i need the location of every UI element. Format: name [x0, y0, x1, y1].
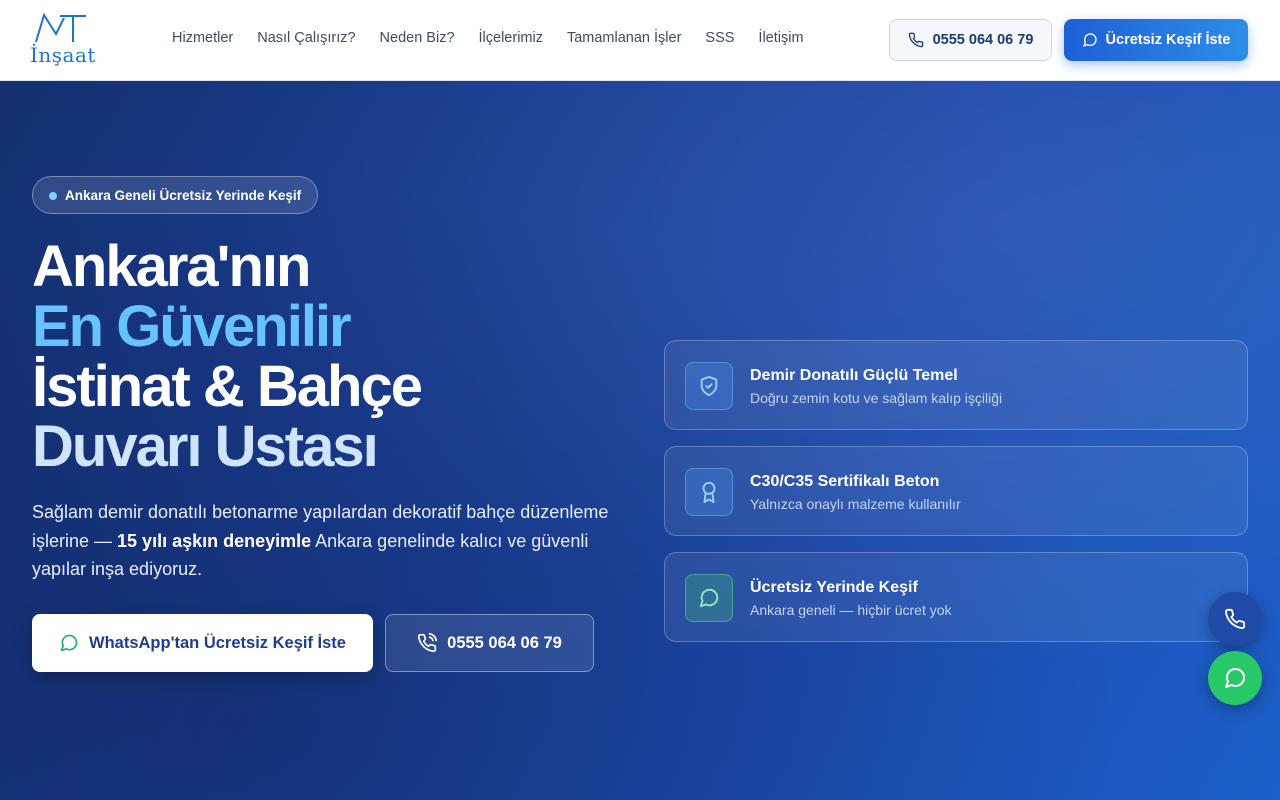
header-phone-button[interactable]: 0555 064 06 79 — [889, 19, 1052, 61]
feature-icon-box — [685, 362, 733, 410]
headline-line-1: Ankara'nın — [32, 234, 311, 299]
nav-item-nasil-calisiriz[interactable]: Nasıl Çalışırız? — [257, 30, 355, 46]
feature-title: C30/C35 Sertifikalı Beton — [750, 473, 940, 490]
feature-card: C30/C35 Sertifikalı Beton Yalnızca onayl… — [664, 446, 1248, 536]
headline-line-2: En Güvenilir — [32, 294, 352, 359]
chat-icon — [1082, 33, 1097, 47]
header-cta-label: Ücretsiz Keşif İste — [1105, 32, 1231, 48]
feature-card: Ücretsiz Yerinde Keşif Ankara geneli — h… — [664, 552, 1248, 642]
hero-description: Sağlam demir donatılı betonarme yapılard… — [32, 498, 612, 584]
feature-subtitle: Ankara geneli — hiçbir ücret yok — [750, 602, 952, 618]
whatsapp-cta-label: WhatsApp'tan Ücretsiz Keşif İste — [89, 633, 346, 652]
nav-item-tamamlanan-isler[interactable]: Tamamlanan İşler — [567, 30, 681, 46]
whatsapp-icon — [60, 634, 78, 652]
whatsapp-icon — [1225, 668, 1246, 688]
nav-item-neden-biz[interactable]: Neden Biz? — [380, 30, 455, 46]
headline-line-3: İstinat & Bahçe — [32, 354, 423, 419]
floating-whatsapp-button[interactable] — [1208, 651, 1262, 705]
logo-mark-icon — [35, 12, 86, 43]
logo-text: İnşaat — [30, 43, 96, 67]
nav-item-iletisim[interactable]: İletişim — [758, 30, 803, 46]
phone-icon — [1225, 608, 1246, 629]
phone-call-icon — [418, 633, 438, 653]
feature-icon-box — [685, 468, 733, 516]
phone-icon — [908, 32, 923, 48]
hero-phone-button[interactable]: 0555 064 06 79 — [385, 614, 594, 672]
description-bold: 15 yılı aşkın deneyimle — [117, 530, 312, 551]
site-header: İnşaat Hizmetler Nasıl Çalışırız? Neden … — [0, 0, 1280, 81]
feature-title: Demir Donatılı Güçlü Temel — [750, 367, 958, 384]
badge-dot-icon — [49, 192, 57, 200]
hero-section: Ankara Geneli Ücretsiz Yerinde Keşif Ank… — [0, 81, 1280, 800]
award-icon — [702, 481, 716, 503]
hero-headline: Ankara'nın En Güvenilir İstinat & Bahçe … — [32, 234, 423, 479]
feature-subtitle: Doğru zemin kotu ve sağlam kalıp işçiliğ… — [750, 390, 1003, 406]
main-nav: Hizmetler Nasıl Çalışırız? Neden Biz? İl… — [172, 30, 828, 46]
feature-title: Ücretsiz Yerinde Keşif — [750, 579, 918, 596]
feature-subtitle: Yalnızca onaylı malzeme kullanılır — [750, 496, 961, 512]
header-phone-label: 0555 064 06 79 — [932, 32, 1034, 48]
shield-check-icon — [700, 375, 718, 397]
header-cta-button[interactable]: Ücretsiz Keşif İste — [1064, 19, 1248, 61]
nav-item-sss[interactable]: SSS — [705, 30, 734, 46]
feature-icon-box — [685, 574, 733, 622]
hero-badge-label: Ankara Geneli Ücretsiz Yerinde Keşif — [65, 187, 302, 203]
hero-phone-label: 0555 064 06 79 — [447, 633, 562, 652]
hero-badge: Ankara Geneli Ücretsiz Yerinde Keşif — [32, 176, 319, 214]
headline-line-4: Duvarı Ustası — [32, 414, 379, 479]
feature-card: Demir Donatılı Güçlü Temel Doğru zemin k… — [664, 340, 1248, 430]
whatsapp-cta-button[interactable]: WhatsApp'tan Ücretsiz Keşif İste — [32, 614, 373, 672]
nav-item-ilcelerimiz[interactable]: İlçelerimiz — [479, 30, 543, 46]
nav-item-hizmetler[interactable]: Hizmetler — [172, 30, 233, 46]
logo[interactable]: İnşaat — [30, 12, 95, 68]
floating-phone-button[interactable] — [1208, 592, 1262, 646]
chat-icon — [699, 588, 719, 608]
